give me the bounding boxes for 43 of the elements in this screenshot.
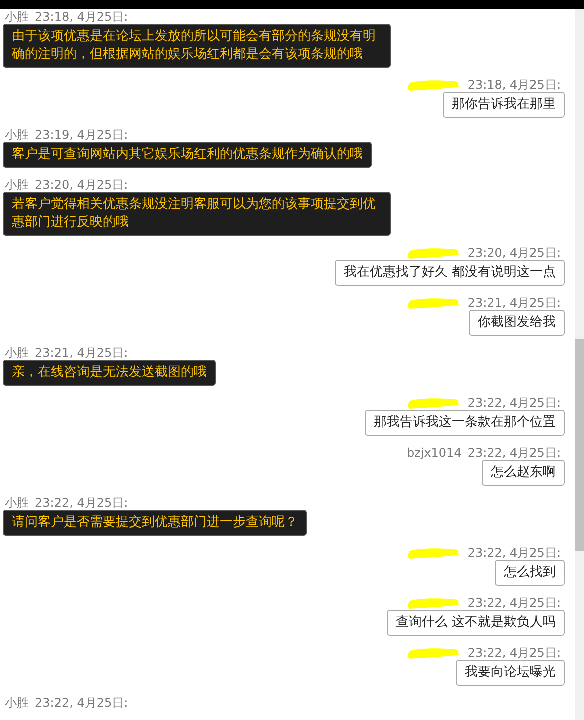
message-time: 23:21, 4月25日: xyxy=(35,347,128,360)
scrollbar[interactable] xyxy=(575,9,584,720)
message-time: 23:20, 4月25日: xyxy=(468,247,561,260)
message-bubble: 由于该项优惠是在论坛上发放的所以可能会有部分的条规没有明确的注明的，但根据网站的娱乐场红利都是会有该项条规的哦 xyxy=(3,24,391,68)
sender-name: bzjx1014 xyxy=(406,447,462,460)
sender-name: 小胜 xyxy=(5,11,29,24)
highlighter-scribble xyxy=(406,246,462,260)
highlighter-scribble xyxy=(406,396,462,410)
message-bubble: 查询什么 这不就是欺负人吗 xyxy=(386,610,565,636)
message-bubble: 那你告诉我在那里 xyxy=(443,92,565,118)
message-time: 23:22, 4月25日: xyxy=(468,647,561,660)
message-time: 23:18, 4月25日: xyxy=(468,79,561,92)
scrollbar-thumb[interactable] xyxy=(575,339,584,551)
message-time: 23:22, 4月25日: xyxy=(468,397,561,410)
sender-name: 小胜 xyxy=(5,697,29,710)
message-bubble: 怎么赵东啊 xyxy=(482,460,565,486)
sender-name: 小胜 xyxy=(5,347,29,360)
highlighter-scribble xyxy=(406,78,462,92)
sender-name: 小胜 xyxy=(5,129,29,142)
highlighter-scribble xyxy=(406,546,462,560)
message-time: 23:21, 4月25日: xyxy=(468,297,561,310)
highlighter-scribble xyxy=(406,296,462,310)
highlighter-scribble xyxy=(406,596,462,610)
message-bubble: 你截图发给我 xyxy=(469,310,565,336)
message-bubble: 客户是可查询网站内其它娱乐场红利的优惠条规作为确认的哦 xyxy=(3,142,372,168)
message-time: 23:22, 4月25日: xyxy=(468,597,561,610)
message-time: 23:22, 4月25日: xyxy=(35,697,128,710)
message-bubble: 请问客户是否需要提交到优惠部门进一步查询呢？ xyxy=(3,510,307,536)
message-bubble: 若客户觉得相关优惠条规没注明客服可以为您的该事项提交到优惠部门进行反映的哦 xyxy=(3,192,391,236)
message-bubble: 那我告诉我这一条款在那个位置 xyxy=(365,410,565,436)
message-bubble: 亲，在线咨询是无法发送截图的哦 xyxy=(3,360,216,386)
message-time: 23:22, 4月25日: xyxy=(468,547,561,560)
message-time: 23:22, 4月25日: xyxy=(35,497,128,510)
message-bubble: 我要向论坛曝光 xyxy=(456,660,565,686)
sender-name: 小胜 xyxy=(5,497,29,510)
message-bubble: 我在优惠找了好久 都没有说明这一点 xyxy=(334,260,565,286)
message-time: 23:22, 4月25日: xyxy=(468,447,561,460)
message-time: 23:18, 4月25日: xyxy=(35,11,128,24)
highlighter-scribble xyxy=(406,646,462,660)
message-time: 23:19, 4月25日: xyxy=(35,129,128,142)
message-bubble: 怎么找到 xyxy=(495,560,565,586)
message-time: 23:20, 4月25日: xyxy=(35,179,128,192)
sender-name: 小胜 xyxy=(5,179,29,192)
